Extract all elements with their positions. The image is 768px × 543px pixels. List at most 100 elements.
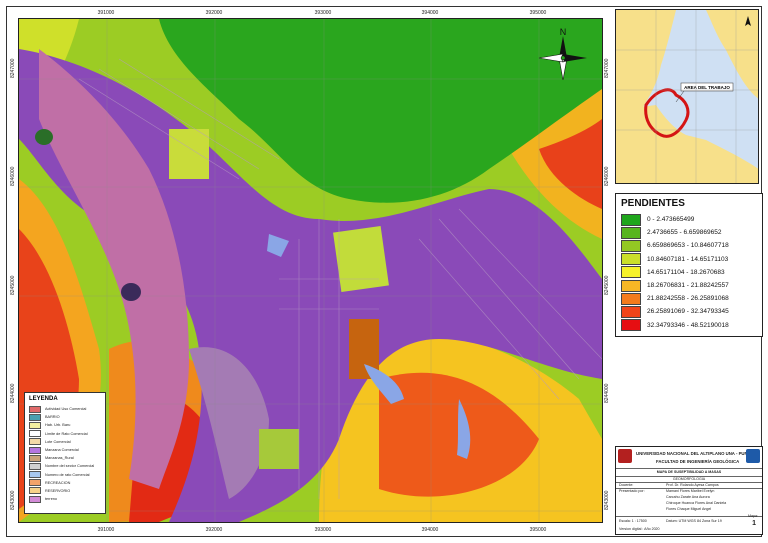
slope-class-item: 2.4736655 - 6.659869652 — [621, 226, 757, 239]
legend-item-label: Actividad Uso Comercial — [45, 407, 87, 412]
y-tick-label: 8246000 — [10, 166, 16, 186]
author-1: Mamani Flores Maribel Evelyn — [666, 489, 715, 493]
legend-item-label: Numero de rato Comercial — [45, 472, 90, 477]
slope-class-item: 10.84607181 - 14.65171103 — [621, 253, 757, 266]
legend-swatch — [29, 479, 41, 487]
legend-swatch — [29, 487, 41, 495]
slope-class-swatch — [621, 319, 641, 332]
version-text: Version digital : Año 2020 — [619, 527, 660, 531]
slope-class-item: 32.34793346 - 48.52190018 — [621, 319, 757, 332]
legend-item-label: Lote Comercial — [45, 439, 71, 444]
legend-item-label: Limite de Rato Comercial — [45, 431, 88, 436]
legend-swatch — [29, 462, 41, 470]
north-label: N — [560, 28, 567, 37]
legend-item-label: Hab. Urb. Baru — [45, 423, 71, 428]
slope-class-item: 21.88242558 - 26.25891068 — [621, 292, 757, 305]
y-tick-label: 8246000 — [604, 166, 610, 186]
legend-item: Lote Comercial — [29, 438, 101, 446]
y-tick-label: 8244000 — [604, 383, 610, 403]
north-arrow-icon: N — [533, 27, 593, 88]
y-tick-label: 8243000 — [604, 490, 610, 510]
x-tick-label: 391000 — [97, 10, 115, 16]
slope-class-swatch — [621, 213, 641, 226]
map-title: MAPA DE SUSEPTIBILIDAD A MASAS — [656, 470, 722, 474]
legend-item-label: terreno — [45, 497, 58, 502]
legend-swatch — [29, 454, 41, 462]
legend-item: RECREACION — [29, 479, 101, 487]
x-tick-label: 393000 — [314, 527, 332, 533]
x-tick-label: 395000 — [529, 10, 547, 16]
slope-class-swatch — [621, 226, 641, 239]
presentado-label: Presentado por: — [619, 489, 645, 493]
author-2: Carcahu Zarate Ana Aurora — [666, 495, 710, 499]
slope-class-swatch — [621, 239, 641, 252]
slope-class-item: 6.659869653 - 10.84607718 — [621, 239, 757, 252]
y-tick-label: 8247000 — [10, 58, 16, 78]
x-tick-label: 394000 — [421, 527, 439, 533]
legend-swatch — [29, 405, 41, 413]
legend-item: terreno — [29, 495, 101, 503]
slope-class-swatch — [621, 253, 641, 266]
legend-swatch — [29, 430, 41, 438]
legend-item: Limite de Rato Comercial — [29, 430, 101, 438]
mapa-label: Mapa: — [748, 514, 758, 518]
legend-title: LEYENDA — [29, 396, 58, 402]
legend-swatch — [29, 421, 41, 429]
y-tick-label: 8245000 — [604, 275, 610, 295]
slope-class-label: 21.88242558 - 26.25891068 — [647, 295, 729, 303]
legend-item-label: BARRIO — [45, 415, 60, 420]
location-inset-map: AREA DEL TRABAJO — [615, 9, 759, 184]
legend-item-label: Nombre del sector Comercial — [45, 464, 95, 469]
slope-class-label: 0 - 2.473665499 — [647, 216, 695, 224]
legend-item: RESERVORIO — [29, 487, 101, 495]
university-name: UNIVERSIDAD NACIONAL DEL ALTIPLANO UNA -… — [636, 451, 751, 456]
slope-class-item: 18.26706831 - 21.88242557 — [621, 279, 757, 292]
legend-item: Manzanas_Rural — [29, 454, 101, 462]
legend-swatch — [29, 438, 41, 446]
slope-class-item: 14.65171104 - 18.2670683 — [621, 266, 757, 279]
faculty-name: FACULTAD DE INGENIERÍA GEOLÓGICA — [656, 459, 740, 464]
legend-item-label: Manzana Comercial — [45, 448, 79, 453]
legend-item: Hab. Urb. Baru — [29, 421, 101, 429]
y-tick-label: 8245000 — [10, 275, 16, 295]
slope-class-label: 10.84607181 - 14.65171103 — [647, 255, 729, 263]
slope-class-swatch — [621, 266, 641, 279]
slope-class-label: 2.4736655 - 6.659869652 — [647, 229, 722, 237]
x-tick-label: 393000 — [314, 10, 332, 16]
author-4: Flores Chaque Miguel Angel — [666, 507, 712, 511]
work-area-label: AREA DEL TRABAJO — [684, 85, 730, 90]
author-3: Chiroque Huanca Flores Anal Daniela — [666, 501, 727, 505]
x-tick-label: 394000 — [421, 10, 439, 16]
legend-swatch — [29, 471, 41, 479]
legend-item: Actividad Uso Comercial — [29, 405, 101, 413]
legend-item-label: Manzanas_Rural — [45, 456, 74, 461]
legend-item: Nombre del sector Comercial — [29, 462, 101, 470]
docente-name: Prof. Dr. Rolando Ayesa Campos — [666, 483, 719, 487]
slope-class-label: 18.26706831 - 21.88242557 — [647, 282, 729, 290]
legend-item-label: RESERVORIO — [45, 488, 71, 493]
legend-item: BARRIO — [29, 413, 101, 421]
slope-class-swatch — [621, 305, 641, 318]
slope-class-swatch — [621, 292, 641, 305]
x-tick-label: 395000 — [529, 527, 547, 533]
legend-swatch — [29, 413, 41, 421]
university-logo-icon — [618, 449, 632, 463]
slope-class-label: 32.34793346 - 48.52190018 — [647, 321, 729, 329]
slope-class-label: 26.25891069 - 32.34793345 — [647, 308, 729, 316]
slope-class-label: 6.659869653 - 10.84607718 — [647, 242, 729, 250]
mapa-number: 1 — [752, 520, 756, 527]
y-tick-label: 8244000 — [10, 383, 16, 403]
x-tick-label: 392000 — [205, 10, 223, 16]
legend-item: Numero de rato Comercial — [29, 471, 101, 479]
title-block: UNIVERSIDAD NACIONAL DEL ALTIPLANO UNA -… — [615, 446, 763, 535]
legend-panel: LEYENDA Actividad Uso Comercial BARRIO Hab… — [24, 392, 106, 514]
datum-text: Datum: UTM WGS 84 Zona Sur 19 — [666, 519, 722, 523]
slope-legend-title: PENDIENTES — [621, 198, 685, 209]
legend-item: Manzana Comercial — [29, 446, 101, 454]
x-tick-label: 391000 — [97, 527, 115, 533]
slope-classes-legend: PENDIENTES 0 - 2.473665499 2.4736655 - 6.… — [615, 193, 763, 337]
y-tick-label: 8247000 — [604, 58, 610, 78]
legend-swatch — [29, 446, 41, 454]
legend-swatch — [29, 495, 41, 503]
legend-item-label: RECREACION — [45, 480, 71, 485]
